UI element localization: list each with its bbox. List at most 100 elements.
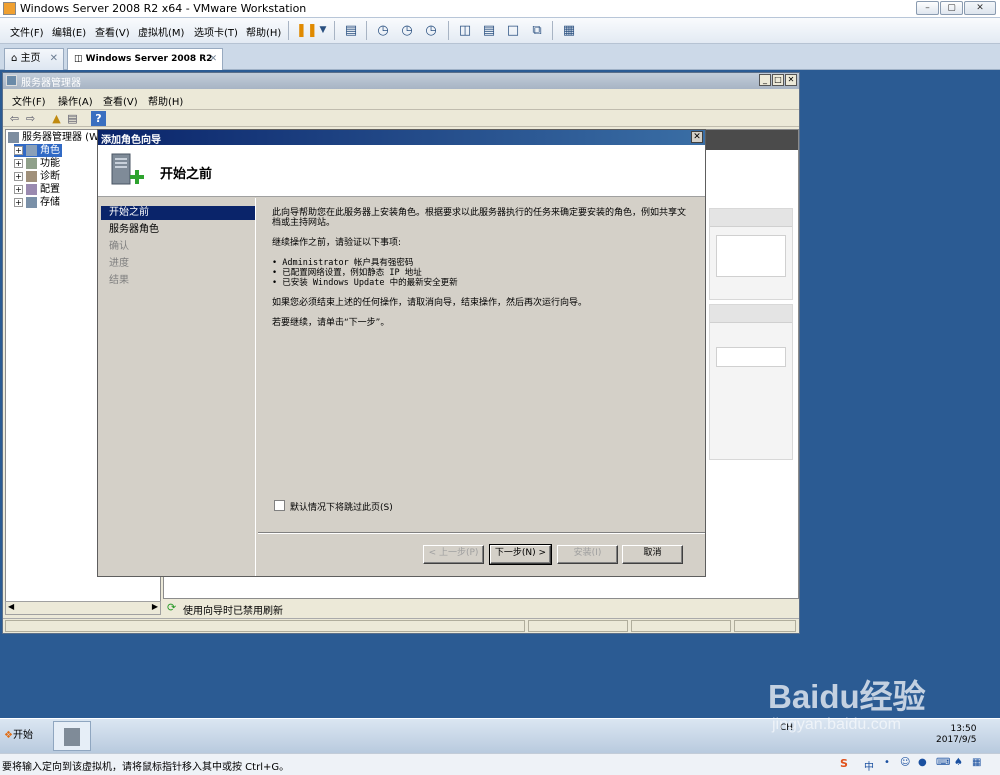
exit-note: 如果您必须结束上述的任何操作，请取消向导，结束操作，然后再次运行向导。: [272, 298, 588, 308]
skin-icon[interactable]: ♠: [954, 757, 963, 768]
content-status: ⟳ 使用向导时已禁用刷新: [163, 601, 799, 617]
tree-item-storage[interactable]: + 存储: [14, 196, 60, 209]
expand-icon[interactable]: +: [14, 145, 23, 155]
start-button[interactable]: ❖开始: [4, 723, 40, 749]
expand-icon[interactable]: +: [14, 197, 23, 207]
close-button[interactable]: ✕: [964, 1, 996, 15]
fullscreen-icon[interactable]: □: [504, 22, 522, 39]
status-cell: [631, 620, 731, 632]
tree-root[interactable]: 服务器管理器 (W: [8, 131, 99, 144]
menu-help[interactable]: 帮助(H): [244, 23, 283, 40]
revert-snapshot-icon[interactable]: ◷: [398, 22, 416, 39]
tree-scrollbar[interactable]: ◀ ▶: [5, 601, 161, 615]
punctuation-icon[interactable]: •: [884, 757, 890, 768]
window-title: Windows Server 2008 R2 x64 - VMware Work…: [20, 2, 307, 15]
chevron-down-icon[interactable]: ▼: [314, 22, 332, 39]
clock[interactable]: 13:50 2017/9/5: [936, 724, 976, 746]
wizard-body: 此向导帮助您在此服务器上安装角色。根据要求以此服务器执行的任务来确定要安装的角色…: [272, 208, 692, 328]
tree-item-label: 配置: [40, 184, 60, 195]
menu-tabs[interactable]: 选项卡(T): [192, 23, 240, 40]
wizard-titlebar: 添加角色向导 ✕: [98, 130, 705, 146]
send-ctrl-alt-del-icon[interactable]: ▤: [342, 22, 360, 39]
thumbnail-bar-icon[interactable]: ▦: [560, 22, 578, 39]
menu-action[interactable]: 操作(A): [58, 93, 93, 108]
next-button[interactable]: 下一步(N) >: [489, 544, 552, 565]
refresh-status-text: 使用向导时已禁用刷新: [183, 606, 283, 617]
tree-item-roles[interactable]: + 角色: [14, 144, 62, 157]
baidu-watermark-url: jingyan.baidu.com: [772, 716, 901, 733]
toolbar-separator: [366, 21, 367, 40]
status-cell: [5, 620, 525, 632]
features-summary-panel: [709, 304, 793, 460]
storage-icon: [26, 196, 37, 208]
close-icon[interactable]: ✕: [209, 49, 217, 69]
expand-icon[interactable]: +: [14, 171, 23, 181]
tree-item-label: 诊断: [40, 171, 60, 182]
menu-help[interactable]: 帮助(H): [148, 93, 183, 108]
skip-page-label[interactable]: 默认情况下将跳过此页(S): [290, 500, 393, 513]
wizard-nav: 开始之前 服务器角色 确认 进度 结果: [98, 198, 256, 576]
close-button[interactable]: ✕: [785, 74, 797, 86]
skip-page-checkbox[interactable]: [274, 500, 285, 511]
up-folder-icon[interactable]: ▲: [49, 111, 64, 126]
tree-item-configuration[interactable]: + 配置: [14, 183, 60, 196]
close-button[interactable]: ✕: [691, 131, 703, 143]
help-icon[interactable]: ?: [91, 111, 106, 126]
cancel-button[interactable]: 取消: [622, 545, 683, 564]
unity-icon[interactable]: ⧉: [528, 22, 546, 39]
minimize-button[interactable]: _: [759, 74, 771, 86]
expand-icon[interactable]: +: [14, 184, 23, 194]
roles-icon: [26, 144, 37, 156]
home-icon: ⌂: [11, 53, 18, 64]
configuration-icon: [26, 183, 37, 195]
menu-edit[interactable]: 编辑(E): [50, 23, 88, 40]
snapshot-manager-icon[interactable]: ◷: [422, 22, 440, 39]
microphone-icon[interactable]: ●: [918, 757, 927, 768]
snapshot-icon[interactable]: ◷: [374, 22, 392, 39]
scroll-left-icon[interactable]: ◀: [8, 602, 14, 611]
status-cell: [734, 620, 796, 632]
start-label: 开始: [12, 730, 33, 741]
tab-windows-server[interactable]: ◫ Windows Server 2008 R2 ... ✕: [67, 48, 223, 84]
tree-root-label: 服务器管理器 (W: [22, 132, 99, 143]
panel-body: [716, 235, 786, 277]
console-view-icon[interactable]: ▤: [480, 22, 498, 39]
close-icon[interactable]: ✕: [50, 49, 58, 69]
show-hide-tree-icon[interactable]: ▤: [65, 111, 80, 126]
expand-icon[interactable]: +: [14, 158, 23, 168]
library-view-icon[interactable]: ◫: [456, 22, 474, 39]
tree-item-diagnostics[interactable]: + 诊断: [14, 170, 60, 183]
toolbox-icon[interactable]: ▦: [972, 757, 981, 768]
install-button[interactable]: 安装(I): [557, 545, 618, 564]
tab-home[interactable]: ⌂ 主页 ✕: [4, 48, 64, 70]
vmware-titlebar: Windows Server 2008 R2 x64 - VMware Work…: [0, 0, 1000, 18]
tree-item-features[interactable]: + 功能: [14, 157, 60, 170]
keyboard-icon[interactable]: ⌨: [936, 757, 950, 768]
server-manager-titlebar: 服务器管理器 _ □ ✕: [3, 73, 799, 89]
ime-icon[interactable]: S: [840, 757, 848, 770]
menu-view[interactable]: 查看(V): [103, 93, 138, 108]
pause-icon[interactable]: ❚❚: [296, 22, 318, 39]
refresh-icon: ⟳: [167, 601, 177, 614]
menu-file[interactable]: 文件(F): [8, 23, 46, 40]
menu-file[interactable]: 文件(F): [12, 93, 46, 108]
forward-arrow-icon[interactable]: ⇨: [23, 111, 38, 126]
wizard-title: 添加角色向导: [101, 135, 161, 146]
menu-vm[interactable]: 虚拟机(M): [136, 23, 186, 40]
scroll-right-icon[interactable]: ▶: [152, 602, 158, 611]
baidu-watermark: Baidu经验: [768, 678, 926, 715]
prev-button[interactable]: < 上一步(P): [423, 545, 484, 564]
taskbar-server-manager-button[interactable]: [53, 721, 91, 751]
host-statusbar: 要将输入定向到该虚拟机，请将鼠标指针移入其中或按 Ctrl+G。 S 中 • ☺…: [0, 753, 1000, 775]
emoji-icon[interactable]: ☺: [900, 757, 910, 768]
nav-server-roles[interactable]: 服务器角色: [101, 223, 255, 237]
maximize-button[interactable]: □: [772, 74, 784, 86]
nav-before-you-begin[interactable]: 开始之前: [101, 206, 255, 220]
back-arrow-icon[interactable]: ⇦: [7, 111, 22, 126]
minimize-button[interactable]: –: [916, 1, 939, 15]
checklist-item: 已安装 Windows Update 中的最新安全更新: [282, 278, 458, 288]
vm-icon: ◫: [74, 54, 83, 64]
menu-view[interactable]: 查看(V): [93, 23, 132, 40]
maximize-button[interactable]: ▢: [940, 1, 963, 15]
ime-lang-icon[interactable]: 中: [864, 758, 874, 773]
